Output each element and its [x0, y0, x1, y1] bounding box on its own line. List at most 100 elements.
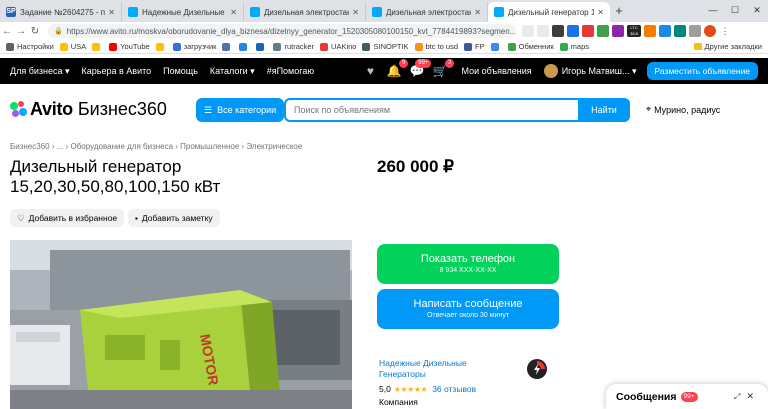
- bookmark-item[interactable]: UAKino: [320, 42, 356, 51]
- forward-icon[interactable]: →: [14, 26, 28, 37]
- my-ads-link[interactable]: Мои объявления: [461, 66, 531, 76]
- extension-icon[interactable]: [597, 25, 609, 37]
- extension-icon[interactable]: [644, 25, 656, 37]
- seller-type: Компания: [379, 397, 418, 407]
- nav-catalogs[interactable]: Каталоги ▾: [210, 66, 255, 77]
- extension-icon[interactable]: [674, 25, 686, 37]
- browser-tab-label: Дизельная электростанция 20: [264, 7, 349, 17]
- search-button[interactable]: Найти: [578, 98, 630, 122]
- bookmark-item[interactable]: Обменник: [507, 42, 554, 51]
- other-bookmarks[interactable]: Другие закладки: [693, 42, 762, 51]
- close-window-icon[interactable]: ✕: [746, 0, 768, 20]
- messages-panel-badge: 99+: [680, 391, 698, 402]
- nav-business[interactable]: Для бизнеса ▾: [10, 66, 70, 77]
- bookmark-item[interactable]: btc to usd: [414, 42, 458, 51]
- chat-icon[interactable]: 💬 99+: [409, 59, 432, 78]
- bookmark-favicon-icon: [414, 42, 423, 51]
- extension-icon[interactable]: [567, 25, 579, 37]
- messages-panel[interactable]: Сообщения 99+ ⤢ ✕: [606, 384, 768, 409]
- price: 260 000 ₽: [377, 157, 454, 176]
- star-icon[interactable]: [537, 25, 549, 37]
- bookmark-item[interactable]: [490, 42, 502, 51]
- add-note-button[interactable]: ▪ Добавить заметку: [128, 209, 220, 227]
- close-icon[interactable]: ✕: [746, 391, 754, 402]
- bookmark-label: загрузчик: [183, 42, 217, 51]
- bookmark-item[interactable]: загрузчик: [172, 42, 217, 51]
- nav-career[interactable]: Карьера в Авито: [82, 66, 152, 76]
- bookmark-item[interactable]: [222, 42, 233, 51]
- nav-help[interactable]: Помощь: [163, 66, 198, 76]
- bookmark-item[interactable]: [155, 42, 167, 51]
- cart-icon[interactable]: 🛒 2: [432, 59, 455, 78]
- listing-photo[interactable]: MOTOR: [10, 240, 352, 409]
- share-icon[interactable]: [522, 25, 534, 37]
- reload-icon[interactable]: ↻: [28, 26, 42, 37]
- add-favorite-button[interactable]: ♡ Добавить в избранное: [10, 209, 125, 227]
- notifications-bell-icon[interactable]: 🔔 9: [386, 59, 409, 78]
- favorites-heart-icon[interactable]: ♥: [363, 64, 377, 78]
- rating-stars-icon: ★★★★★: [393, 384, 428, 394]
- bookmark-favicon-icon: [109, 42, 118, 51]
- bookmark-item[interactable]: FP: [464, 42, 485, 51]
- puzzle-icon[interactable]: [689, 25, 701, 37]
- user-name[interactable]: Игорь Матвиш... ▾: [562, 66, 637, 77]
- nav-ipomogayu[interactable]: #яПомогаю: [267, 66, 314, 76]
- menu-dots-icon[interactable]: ⋮: [719, 25, 731, 37]
- show-phone-button[interactable]: Показать телефон 8 934 XXX-XX-XX: [377, 244, 559, 284]
- all-categories-label: Все категории: [217, 105, 277, 115]
- seller-logo-icon[interactable]: [526, 358, 548, 380]
- extension-icon[interactable]: [659, 25, 671, 37]
- browser-tab[interactable]: Дизельная электростанция 20✕: [366, 2, 488, 22]
- close-tab-icon[interactable]: ✕: [108, 8, 115, 17]
- breadcrumb[interactable]: Бизнес360 › ... › Оборудование для бизне…: [10, 142, 302, 151]
- bookmark-favicon-icon: [490, 42, 499, 51]
- close-tab-icon[interactable]: ✕: [597, 8, 604, 17]
- browser-tab[interactable]: Надежные Дизельные Генера✕: [122, 2, 244, 22]
- bookmark-item[interactable]: rutracker: [273, 42, 314, 51]
- url-field[interactable]: 🔒 https://www.avito.ru/moskva/oborudovan…: [48, 24, 516, 38]
- back-icon[interactable]: ←: [0, 26, 14, 37]
- bookmark-item[interactable]: [92, 42, 103, 51]
- maximize-icon[interactable]: ☐: [724, 0, 746, 20]
- expand-icon[interactable]: ⤢: [734, 392, 740, 402]
- bookmark-item[interactable]: [256, 42, 267, 51]
- folder-icon: [693, 43, 702, 50]
- bookmark-item[interactable]: [239, 42, 250, 51]
- bookmark-favicon-icon: [6, 42, 14, 51]
- bookmark-item[interactable]: SINOPTIK: [362, 42, 409, 51]
- minimize-icon[interactable]: —: [702, 0, 724, 20]
- note-icon: ▪: [135, 213, 138, 223]
- browser-tab-label: Дизельная электростанция 20: [386, 7, 471, 17]
- write-message-button[interactable]: Написать сообщение Отвечает около 30 мин…: [377, 289, 559, 329]
- ltc-badge-icon[interactable]: LTC 38.8: [627, 25, 641, 37]
- bookmark-item[interactable]: USA: [59, 42, 86, 51]
- close-tab-icon[interactable]: ✕: [230, 8, 237, 17]
- bookmark-item[interactable]: Настройки: [6, 42, 54, 51]
- avito-favicon: [250, 7, 260, 17]
- extension-icon[interactable]: [552, 25, 564, 37]
- profile-icon[interactable]: [704, 25, 716, 37]
- search-input[interactable]: [286, 100, 578, 120]
- post-ad-button[interactable]: Разместить объявление: [646, 62, 758, 80]
- new-tab-button[interactable]: +: [610, 2, 628, 22]
- reviews-link[interactable]: 36 отзывов: [432, 384, 476, 394]
- bookmark-item[interactable]: maps: [559, 42, 589, 51]
- close-tab-icon[interactable]: ✕: [474, 8, 481, 17]
- extension-icon[interactable]: [582, 25, 594, 37]
- location-selector[interactable]: ⌖ Мурино, радиус: [646, 104, 720, 115]
- bookmark-label: FP: [475, 42, 485, 51]
- write-message-label: Написать сообщение: [413, 298, 523, 310]
- sp-favicon: SP: [6, 7, 16, 17]
- extension-icon[interactable]: [612, 25, 624, 37]
- browser-tab[interactable]: SP Задание №2604275 - просмо✕: [0, 2, 122, 22]
- bookmark-item[interactable]: YouTube: [109, 42, 150, 51]
- avatar[interactable]: [543, 64, 558, 78]
- all-categories-button[interactable]: ☰ Все категории: [196, 98, 285, 122]
- avito-business-logo[interactable]: Avito Бизнес360: [10, 99, 167, 120]
- seller-name-link[interactable]: Надежные Дизельные Генераторы: [379, 358, 499, 380]
- bookmark-favicon-icon: [362, 42, 371, 51]
- browser-tab[interactable]: Дизельный генератор 15,20,3✕: [488, 2, 610, 22]
- bookmark-favicon-icon: [155, 42, 164, 51]
- browser-tab[interactable]: Дизельная электростанция 20✕: [244, 2, 366, 22]
- close-tab-icon[interactable]: ✕: [352, 8, 359, 17]
